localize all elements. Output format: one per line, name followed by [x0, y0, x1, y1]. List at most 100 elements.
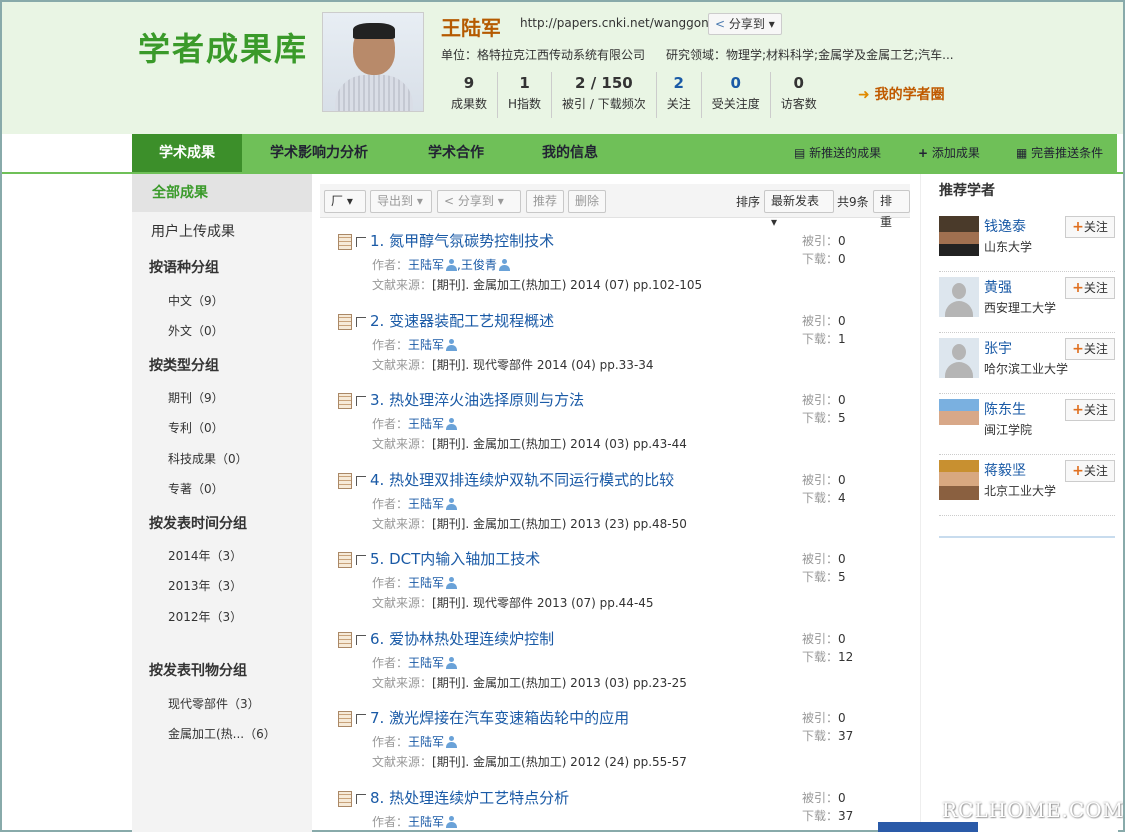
sidebar-item-chinese[interactable]: 中文（9）	[168, 292, 224, 309]
item-checkbox[interactable]	[356, 316, 366, 327]
follow-button[interactable]: +关注	[1065, 399, 1115, 421]
sidebar-item-2012[interactable]: 2012年（3）	[168, 608, 242, 625]
user-icon	[446, 736, 458, 748]
paper-title-link[interactable]: 3. 热处理淬火油选择原则与方法	[370, 389, 584, 410]
follow-button[interactable]: +关注	[1065, 216, 1115, 238]
scholar-name-link[interactable]: 钱逸泰	[984, 216, 1026, 236]
share-results-button[interactable]: < 分享到 ▾	[437, 190, 521, 213]
push-conditions-link[interactable]: ▦ 完善推送条件	[1016, 134, 1103, 174]
item-checkbox[interactable]	[356, 714, 366, 724]
plus-icon: +	[918, 146, 929, 160]
scholar-avatar[interactable]	[939, 277, 979, 317]
author-link[interactable]: ,王俊青	[457, 258, 497, 272]
paper-source: 文献来源：[期刊]. 现代零部件 2014 (04) pp.33-34	[372, 357, 654, 372]
sidebar-item-tech-results[interactable]: 科技成果（0）	[168, 450, 248, 467]
author-link[interactable]: 王陆军	[408, 576, 444, 590]
sort-select[interactable]: 最新发表 ▾	[764, 190, 834, 229]
author-link[interactable]: 王陆军	[408, 338, 444, 352]
list-item: 5. DCT内输入轴加工技术 作者：王陆军 文献来源：[期刊]. 现代零部件 201…	[336, 546, 896, 626]
stat-results[interactable]: 9 成果数	[441, 72, 499, 118]
sidebar-item-monograph[interactable]: 专著（0）	[168, 480, 224, 497]
tab-academic-results[interactable]: 学术成果	[132, 134, 242, 174]
author-link[interactable]: 王陆军	[408, 815, 444, 829]
site-logo[interactable]: 学者成果库	[138, 24, 308, 70]
paper-title-link[interactable]: 1. 氮甲醇气氛碳势控制技术	[370, 230, 554, 251]
plus-icon: +	[1072, 280, 1084, 296]
pdf-file-icon[interactable]	[338, 393, 352, 409]
recommend-button[interactable]: 推荐	[526, 190, 565, 213]
pdf-file-icon[interactable]	[338, 472, 352, 489]
select-all-dropdown[interactable]: 厂 ▾	[324, 190, 366, 213]
paper-title-link[interactable]: 5. DCT内输入轴加工技术	[370, 548, 540, 569]
plus-icon: +	[1072, 402, 1084, 418]
stat-followers[interactable]: 0 受关注度	[702, 72, 771, 118]
paper-title-link[interactable]: 4. 热处理双排连续炉双轨不同运行模式的比较	[370, 469, 674, 490]
delete-button[interactable]: 删除	[568, 190, 607, 213]
user-icon	[446, 418, 458, 430]
sidebar-item-user-uploads[interactable]: 用户上传成果	[151, 221, 235, 241]
export-button[interactable]: 导出到 ▾	[370, 190, 432, 213]
add-result-link[interactable]: + 添加成果	[918, 134, 980, 174]
pdf-file-icon[interactable]	[338, 711, 352, 727]
author-link[interactable]: 王陆军	[408, 656, 444, 670]
paper-title-link[interactable]: 2. 变速器装配工艺规程概述	[370, 310, 554, 331]
pdf-file-icon[interactable]	[338, 631, 352, 648]
item-checkbox[interactable]	[356, 475, 366, 486]
sidebar-item-pub-2[interactable]: 金属加工(热...（6）	[168, 725, 276, 742]
item-checkbox[interactable]	[356, 396, 366, 406]
paper-metrics: 被引：0 下载：4	[802, 472, 846, 505]
new-pushed-results-link[interactable]: ▤ 新推送的成果	[794, 134, 881, 174]
item-checkbox[interactable]	[356, 634, 366, 645]
pdf-file-icon[interactable]	[338, 234, 352, 250]
sidebar-item-all-results[interactable]: 全部成果	[132, 174, 312, 212]
plus-icon: +	[1072, 341, 1084, 357]
results-toolbar: 厂 ▾ 导出到 ▾ < 分享到 ▾ 推荐 删除 排序 最新发表 ▾ 共9条 排重	[320, 184, 910, 229]
follow-button[interactable]: +关注	[1065, 460, 1115, 482]
sidebar-item-2014[interactable]: 2014年（3）	[168, 547, 242, 564]
result-count: 共9条	[837, 195, 869, 209]
my-scholar-circle-link[interactable]: ➜ 我的学者圈	[858, 84, 945, 104]
scholar-avatar[interactable]	[939, 216, 979, 256]
paper-title-link[interactable]: 8. 热处理连续炉工艺特点分析	[370, 787, 569, 808]
sidebar-item-foreign[interactable]: 外文（0）	[168, 322, 224, 339]
item-checkbox[interactable]	[356, 237, 366, 247]
scholar-name-link[interactable]: 陈东生	[984, 399, 1026, 419]
scholar-name-link[interactable]: 蒋毅坚	[984, 460, 1026, 480]
sidebar-item-2013[interactable]: 2013年（3）	[168, 577, 242, 594]
stat-following[interactable]: 2 关注	[657, 72, 702, 118]
sidebar-item-journal[interactable]: 期刊（9）	[168, 389, 224, 406]
item-checkbox[interactable]	[356, 793, 366, 804]
author-link[interactable]: 王陆军	[408, 417, 444, 431]
plus-icon: +	[1072, 219, 1084, 235]
item-checkbox[interactable]	[356, 555, 366, 565]
recommended-title: 推荐学者	[939, 183, 995, 199]
tab-collaboration[interactable]: 学术合作	[428, 134, 484, 174]
scholar-name-link[interactable]: 张宇	[984, 338, 1012, 358]
follow-button[interactable]: +关注	[1065, 338, 1115, 360]
profile-unit: 单位：格特拉克江西传动系统有限公司	[441, 48, 646, 62]
author-link[interactable]: 王陆军	[408, 258, 444, 272]
follow-button[interactable]: +关注	[1065, 277, 1115, 299]
scholar-name-link[interactable]: 黄强	[984, 277, 1012, 297]
author-link[interactable]: 王陆军	[408, 497, 444, 511]
scholar-avatar[interactable]	[939, 399, 979, 439]
sidebar-item-patent[interactable]: 专利（0）	[168, 419, 224, 436]
user-icon	[446, 338, 458, 351]
pdf-file-icon[interactable]	[338, 790, 352, 807]
recommended-scholars-panel: 推荐学者 钱逸泰 山东大学 +关注 黄强 西安理工大学 +关注 张宇 哈尔滨工业大学 +关注 陈东…	[920, 174, 1118, 832]
tab-my-info[interactable]: 我的信息	[542, 134, 598, 174]
pdf-file-icon[interactable]	[338, 552, 352, 568]
sidebar-item-pub-1[interactable]: 现代零部件（3）	[168, 695, 260, 712]
list-item: 8. 热处理连续炉工艺特点分析 作者：王陆军 被引：0 下载：37	[336, 785, 896, 832]
paper-title-link[interactable]: 7. 激光焊接在汽车变速箱齿轮中的应用	[370, 707, 629, 728]
scholar-avatar[interactable]	[939, 460, 979, 500]
scholar-avatar[interactable]	[939, 338, 979, 378]
scholar-card: 钱逸泰 山东大学 +关注	[939, 214, 1115, 272]
pdf-file-icon[interactable]	[338, 313, 352, 330]
share-button[interactable]: < 分享到 ▾	[708, 13, 782, 35]
author-link[interactable]: 王陆军	[408, 735, 444, 749]
dedupe-button[interactable]: 排重	[873, 190, 910, 229]
tab-influence-analysis[interactable]: 学术影响力分析	[270, 134, 368, 174]
paper-title-link[interactable]: 6. 爱协林热处理连续炉控制	[370, 628, 554, 649]
profile-url[interactable]: http://papers.cnki.net/wanggonglj	[520, 16, 723, 30]
